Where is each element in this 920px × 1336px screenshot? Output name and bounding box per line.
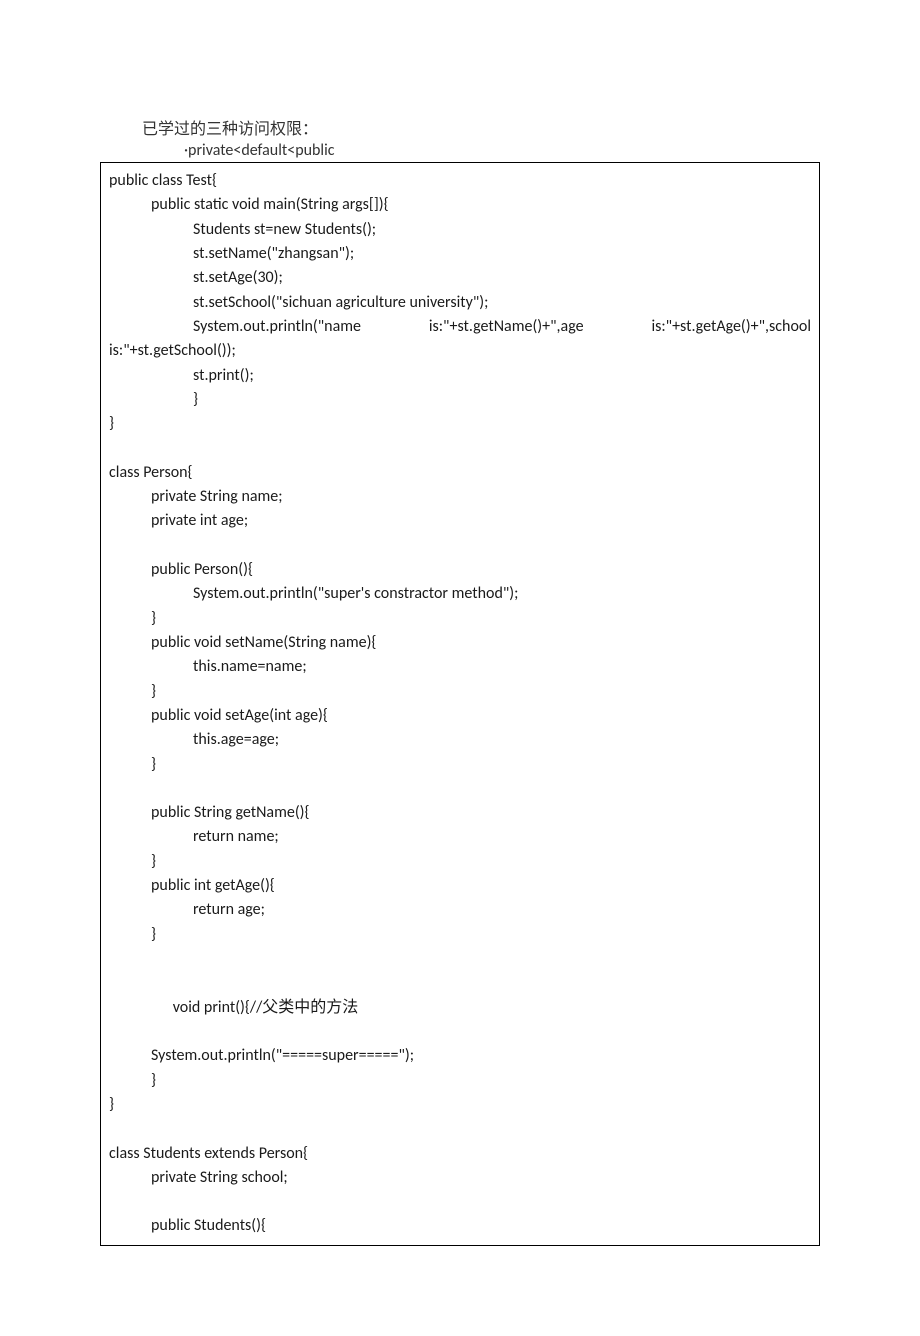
code-line bbox=[109, 436, 811, 460]
code-line: public Person(){ bbox=[109, 558, 811, 582]
code-line bbox=[109, 947, 811, 971]
code-line: return name; bbox=[109, 825, 811, 849]
code-line: return age; bbox=[109, 898, 811, 922]
code-line: void print(){//父类中的方法 bbox=[109, 971, 811, 1044]
intro-text: 已学过的三种访问权限： bbox=[142, 115, 820, 139]
code-line: } bbox=[109, 388, 811, 412]
code-line: } bbox=[109, 1093, 811, 1117]
code-line: is:"+st.getSchool()); bbox=[109, 339, 811, 363]
code-line: public class Test{ bbox=[109, 169, 811, 193]
code-line bbox=[109, 1190, 811, 1214]
code-line: public int getAge(){ bbox=[109, 874, 811, 898]
code-line: } bbox=[109, 680, 811, 704]
code-line: } bbox=[109, 607, 811, 631]
bullet-text: ·private<default<public bbox=[184, 141, 820, 160]
code-line: } bbox=[109, 753, 811, 777]
code-line: System.out.println("super's constractor … bbox=[109, 582, 811, 606]
code-line: System.out.println("name is:"+st.getName… bbox=[109, 315, 811, 339]
code-line: st.print(); bbox=[109, 364, 811, 388]
code-line: public void setName(String name){ bbox=[109, 631, 811, 655]
code-line: class Person{ bbox=[109, 461, 811, 485]
code-line: } bbox=[109, 850, 811, 874]
code-line: } bbox=[109, 1069, 811, 1093]
code-line bbox=[109, 777, 811, 801]
code-fragment: is:"+st.getAge()+",school bbox=[651, 315, 811, 339]
code-line: } bbox=[109, 923, 811, 947]
code-line: public Students(){ bbox=[109, 1214, 811, 1238]
code-line: System.out.println("=====super====="); bbox=[109, 1044, 811, 1068]
code-line: st.setSchool("sichuan agriculture univer… bbox=[109, 291, 811, 315]
code-block: public class Test{ public static void ma… bbox=[100, 162, 820, 1246]
code-line bbox=[109, 1117, 811, 1141]
code-fragment: void print(){// bbox=[173, 998, 263, 1017]
code-line bbox=[109, 534, 811, 558]
code-line: public static void main(String args[]){ bbox=[109, 193, 811, 217]
code-line: private String school; bbox=[109, 1166, 811, 1190]
code-line: private int age; bbox=[109, 509, 811, 533]
code-line: st.setAge(30); bbox=[109, 266, 811, 290]
code-line: Students st=new Students(); bbox=[109, 218, 811, 242]
code-line: st.setName("zhangsan"); bbox=[109, 242, 811, 266]
code-line: } bbox=[109, 412, 811, 436]
code-fragment: System.out.println("name bbox=[193, 315, 361, 339]
code-line: this.name=name; bbox=[109, 655, 811, 679]
code-line: this.age=age; bbox=[109, 728, 811, 752]
code-line: private String name; bbox=[109, 485, 811, 509]
code-line: public String getName(){ bbox=[109, 801, 811, 825]
code-comment-cn: 父类中的方法 bbox=[262, 999, 358, 1016]
code-line: class Students extends Person{ bbox=[109, 1142, 811, 1166]
code-line: public void setAge(int age){ bbox=[109, 704, 811, 728]
code-fragment: is:"+st.getName()+",age bbox=[429, 315, 584, 339]
